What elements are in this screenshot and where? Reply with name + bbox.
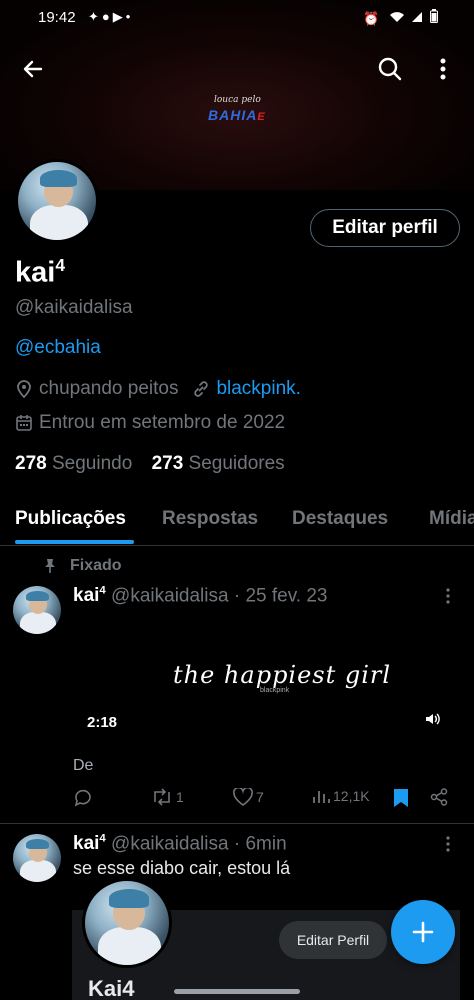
- home-indicator[interactable]: [174, 989, 300, 994]
- preview-profile-name: Kai4: [88, 976, 135, 1000]
- pinned-label: Fixado: [44, 557, 122, 575]
- bookmark-button[interactable]: [393, 788, 409, 808]
- pin-icon: [45, 559, 55, 573]
- speaker-icon: [426, 713, 440, 725]
- volume-button[interactable]: [425, 712, 441, 730]
- tab-destaques[interactable]: Destaques: [292, 508, 388, 530]
- tweet-avatar[interactable]: [13, 834, 61, 882]
- link-icon: [192, 380, 210, 398]
- tweet-video[interactable]: the happiest girl blackpink 2:18: [73, 625, 461, 743]
- video-duration: 2:18: [87, 714, 118, 731]
- share-button[interactable]: [430, 788, 448, 806]
- profile-meta-row: chupando peitos blackpink.: [15, 378, 301, 400]
- location-pin-icon: [15, 380, 33, 398]
- video-title-text: the happiest girl: [173, 661, 392, 689]
- profile-name: kai4: [15, 255, 65, 289]
- tweet-header: kai4 @kaikaidalisa · 6min: [73, 833, 287, 855]
- tweet-time: · 6min: [233, 833, 287, 855]
- compose-button[interactable]: [391, 900, 455, 964]
- reply-icon: [74, 789, 91, 807]
- tweet-more-button[interactable]: [446, 836, 450, 857]
- tweet-author-handle: @kaikaidalisa: [111, 833, 229, 855]
- more-vertical-icon: [446, 588, 450, 604]
- dot-icon: •: [125, 9, 134, 24]
- edit-profile-button[interactable]: Editar perfil: [310, 209, 460, 247]
- profile-handle: @kaikaidalisa: [15, 297, 133, 318]
- repost-button[interactable]: 1: [151, 788, 184, 806]
- reply-button[interactable]: [73, 788, 96, 808]
- notification-icons: ✦●▶•: [88, 9, 133, 25]
- alarm-icon: ⏰: [362, 11, 383, 26]
- tweet-text: se esse diabo cair, estou lá: [73, 858, 291, 878]
- more-vertical-icon: [440, 58, 446, 80]
- tab-respostas[interactable]: Respostas: [162, 508, 258, 530]
- tweet-avatar[interactable]: [13, 586, 61, 634]
- profile-website-link[interactable]: blackpink.: [216, 378, 301, 400]
- calendar-icon: [15, 414, 33, 432]
- tweet-header: kai4 @kaikaidalisa · 25 fev. 23: [73, 585, 328, 607]
- tweet-author-name[interactable]: kai4: [73, 833, 106, 854]
- tab-midia[interactable]: Mídia: [429, 508, 474, 530]
- tweet-time: · 25 fev. 23: [233, 585, 328, 607]
- follow-counts: 278 Seguindo 273 Seguidores: [15, 453, 285, 475]
- profile-joined-date: Entrou em setembro de 2022: [39, 412, 286, 433]
- status-bar: 19:42 ✦●▶• ⏰: [0, 0, 474, 40]
- banner-text-small: louca pelo: [214, 95, 261, 105]
- youtube-icon: ▶: [112, 9, 126, 24]
- more-vertical-icon: [446, 836, 450, 852]
- profile-avatar[interactable]: [15, 159, 99, 243]
- back-button[interactable]: [15, 51, 51, 87]
- preview-edit-profile-button: Editar Perfil: [279, 921, 387, 959]
- bio-mention-link[interactable]: @ecbahia: [15, 337, 101, 359]
- tweet-author-handle: @kaikaidalisa: [111, 585, 229, 607]
- battery-icon: [430, 9, 438, 26]
- views-chart-icon: [313, 791, 330, 803]
- views-button[interactable]: 12,1K: [312, 788, 370, 804]
- heart-icon: [233, 788, 253, 806]
- status-time: 19:42: [38, 9, 76, 26]
- active-tab-indicator: [15, 540, 134, 544]
- bookmark-icon: [394, 789, 408, 807]
- system-icons: ⏰: [363, 9, 438, 27]
- banner-text-big: BAHIAE: [208, 107, 266, 123]
- tweet-author-name[interactable]: kai4: [73, 585, 106, 606]
- plus-icon: [412, 921, 434, 943]
- tweet-actions: 1 7 12,1K: [73, 788, 461, 812]
- arrow-left-icon: [23, 60, 43, 78]
- tweet-caption: De: [73, 757, 94, 774]
- signal-icon: [411, 11, 430, 26]
- butterfly-icon: ✦: [88, 9, 102, 24]
- wifi-icon: [389, 11, 412, 26]
- video-subtext: blackpink: [260, 687, 290, 694]
- repost-icon: [154, 788, 170, 806]
- profile-location: chupando peitos: [39, 378, 179, 399]
- search-icon: [378, 57, 402, 81]
- profile-joined-row: Entrou em setembro de 2022: [15, 412, 285, 434]
- share-icon: [430, 788, 448, 806]
- more-options-button[interactable]: [425, 51, 461, 87]
- followers-link[interactable]: 273 Seguidores: [152, 453, 285, 474]
- tab-publicacoes[interactable]: Publicações: [15, 508, 126, 530]
- following-link[interactable]: 278 Seguindo: [15, 453, 132, 474]
- search-button[interactable]: [372, 51, 408, 87]
- tweet-more-button[interactable]: [446, 588, 450, 609]
- tweet-divider: [0, 823, 474, 824]
- preview-avatar: [82, 878, 172, 968]
- like-button[interactable]: 7: [233, 788, 264, 806]
- soccer-ball-icon: ●: [101, 9, 113, 24]
